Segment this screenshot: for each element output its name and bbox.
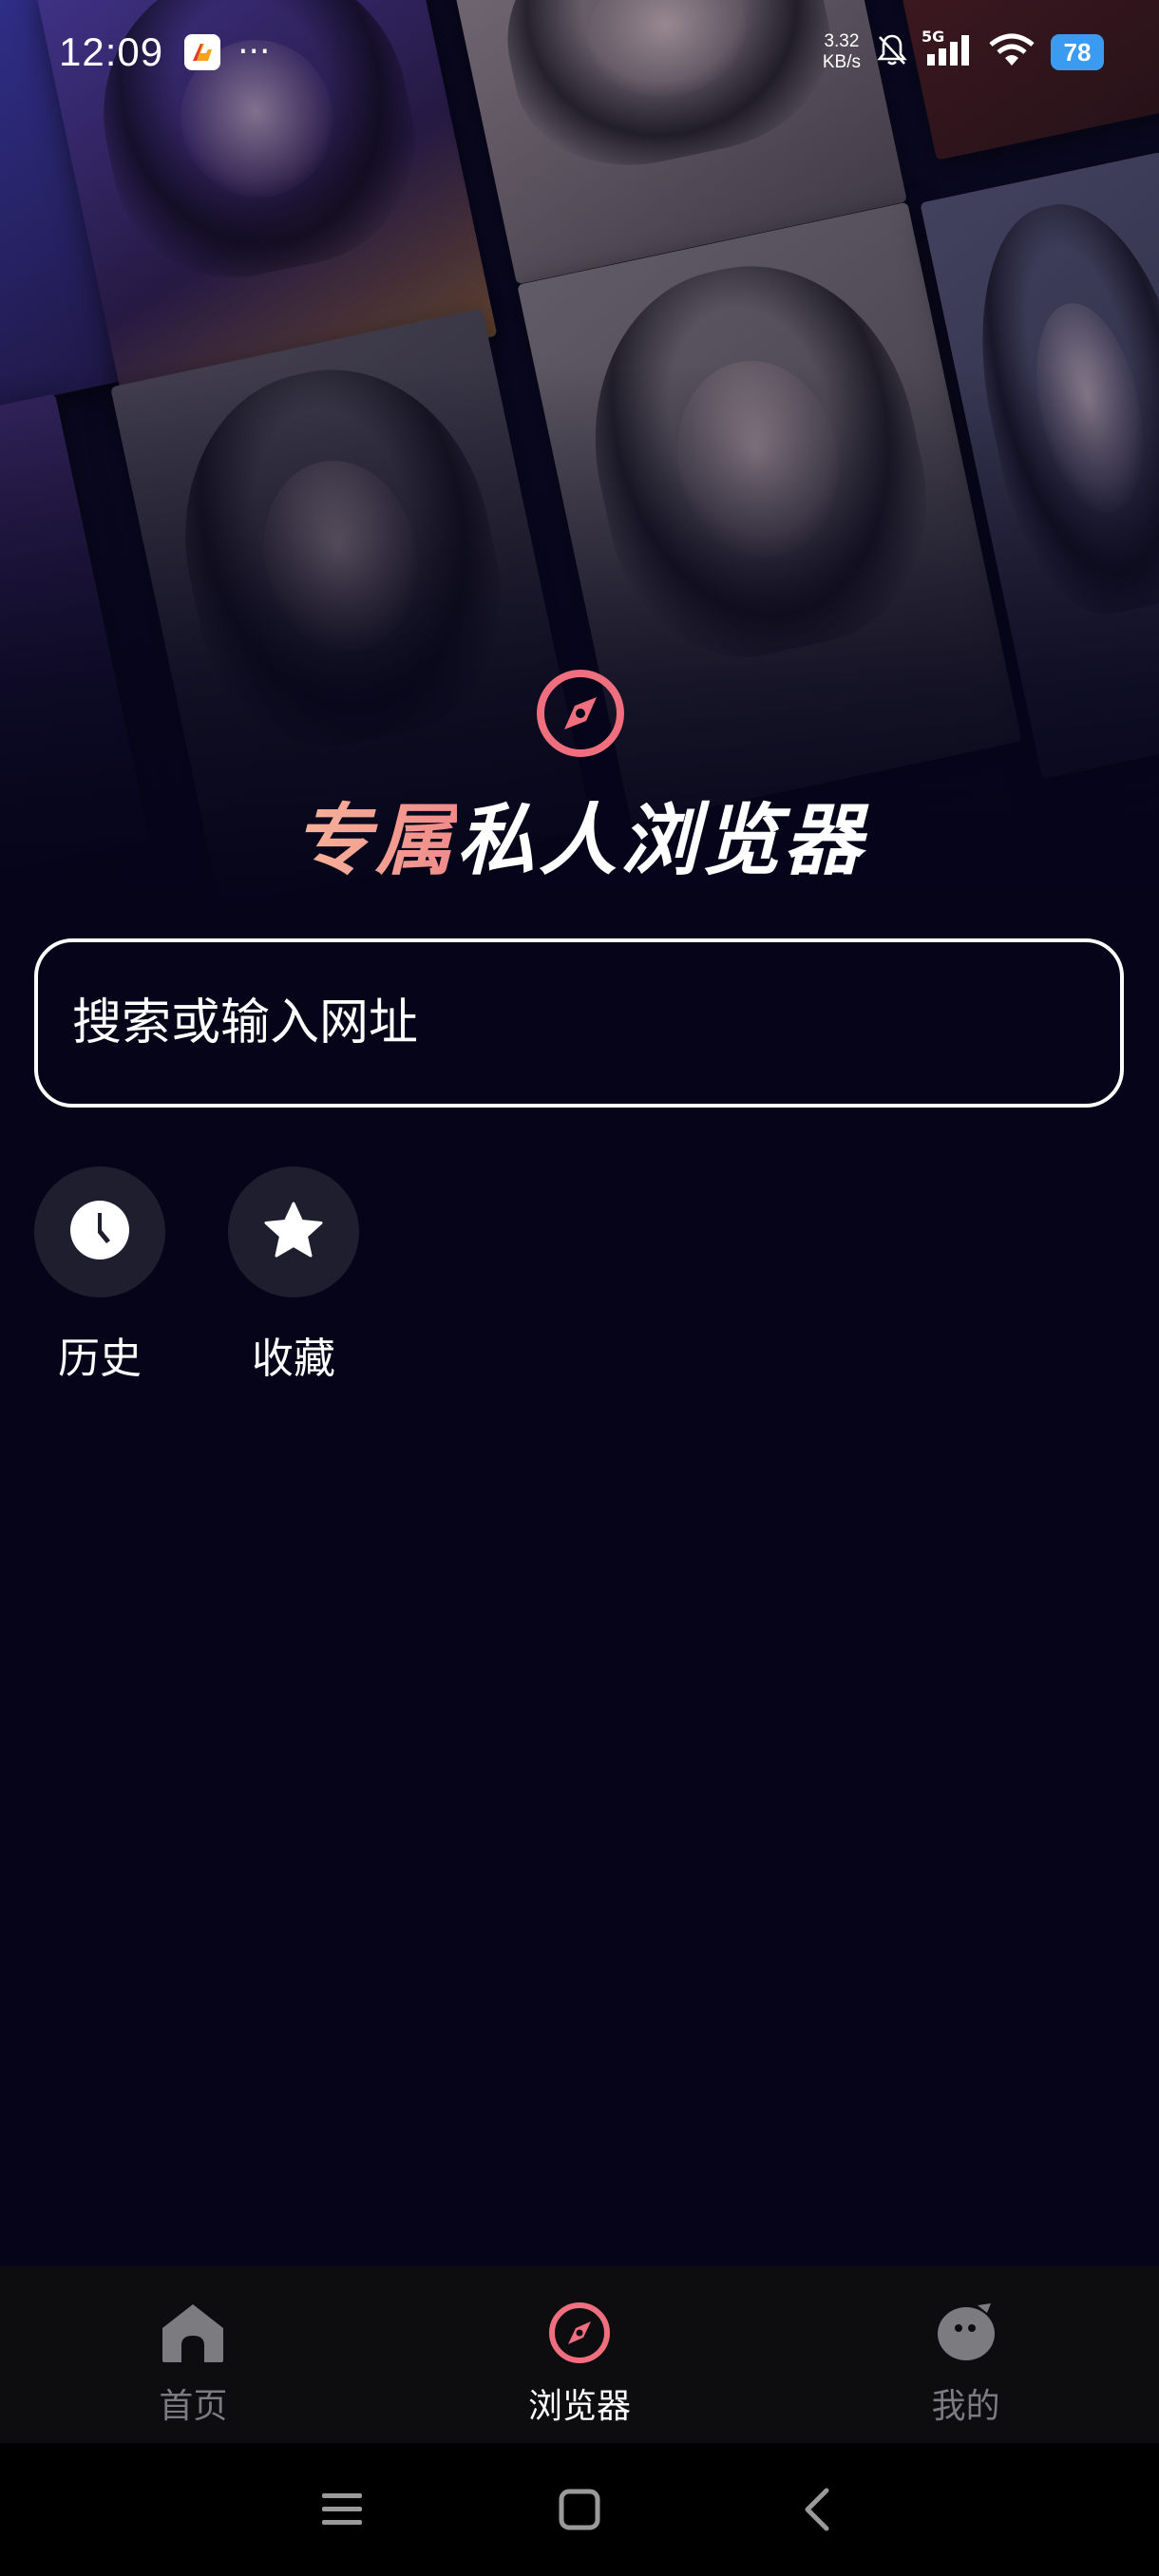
- quick-actions: 历史 收藏: [34, 1166, 359, 1385]
- status-time: 12:09: [59, 29, 164, 74]
- bottom-navigation: 首页 浏览器 我的: [0, 2266, 1159, 2443]
- network-speed: 3.32 KB/s: [822, 31, 861, 72]
- profile-face-icon: [932, 2299, 1000, 2367]
- compass-icon: [534, 667, 627, 760]
- history-label: 历史: [58, 1335, 142, 1383]
- home-icon: [159, 2299, 227, 2367]
- nav-item-browser[interactable]: 浏览器: [387, 2266, 773, 2443]
- more-notifications-indicator: ···: [238, 32, 271, 71]
- nav-label-browser: 浏览器: [528, 2387, 632, 2426]
- nav-item-home[interactable]: 首页: [0, 2266, 387, 2443]
- compass-icon: [545, 2299, 614, 2367]
- signal-icon: 5G: [922, 28, 973, 71]
- search-input[interactable]: [72, 994, 1120, 1051]
- search-bar[interactable]: [34, 938, 1124, 1108]
- clock-icon: [68, 1199, 131, 1265]
- hero-banner: [0, 0, 1159, 912]
- favorites-circle[interactable]: [228, 1166, 359, 1297]
- status-bar: 12:09 ··· 3.32 KB/s 5G 78: [0, 0, 1159, 104]
- home-square-icon[interactable]: [551, 2481, 608, 2538]
- favorites-label: 收藏: [252, 1335, 335, 1383]
- wifi-icon: [988, 33, 1036, 71]
- hero-gradient-overlay: [0, 0, 1159, 912]
- page-title: 专属私人浏览器: [0, 777, 1159, 886]
- nav-item-profile[interactable]: 我的: [772, 2266, 1159, 2443]
- history-button[interactable]: 历史: [34, 1166, 165, 1385]
- back-icon[interactable]: [788, 2481, 846, 2538]
- nav-label-profile: 我的: [931, 2387, 1000, 2426]
- browser-screen: 12:09 ··· 3.32 KB/s 5G 78 专属私人浏览器 搜索或输入网…: [0, 0, 1159, 2576]
- system-navigation: [0, 2443, 1159, 2576]
- battery-indicator: 78: [1051, 34, 1104, 70]
- bell-muted-icon: [876, 33, 908, 71]
- status-icons: 3.32 KB/s 5G 78: [822, 28, 1104, 73]
- history-circle[interactable]: [34, 1166, 165, 1297]
- title-accent: 专属: [294, 796, 457, 886]
- nav-label-home: 首页: [159, 2387, 228, 2426]
- title-rest: 私人浏览器: [457, 796, 865, 886]
- menu-icon[interactable]: [314, 2481, 370, 2538]
- star-icon: [262, 1200, 325, 1264]
- notification-app-icon: [184, 34, 221, 70]
- favorites-button[interactable]: 收藏: [228, 1166, 359, 1385]
